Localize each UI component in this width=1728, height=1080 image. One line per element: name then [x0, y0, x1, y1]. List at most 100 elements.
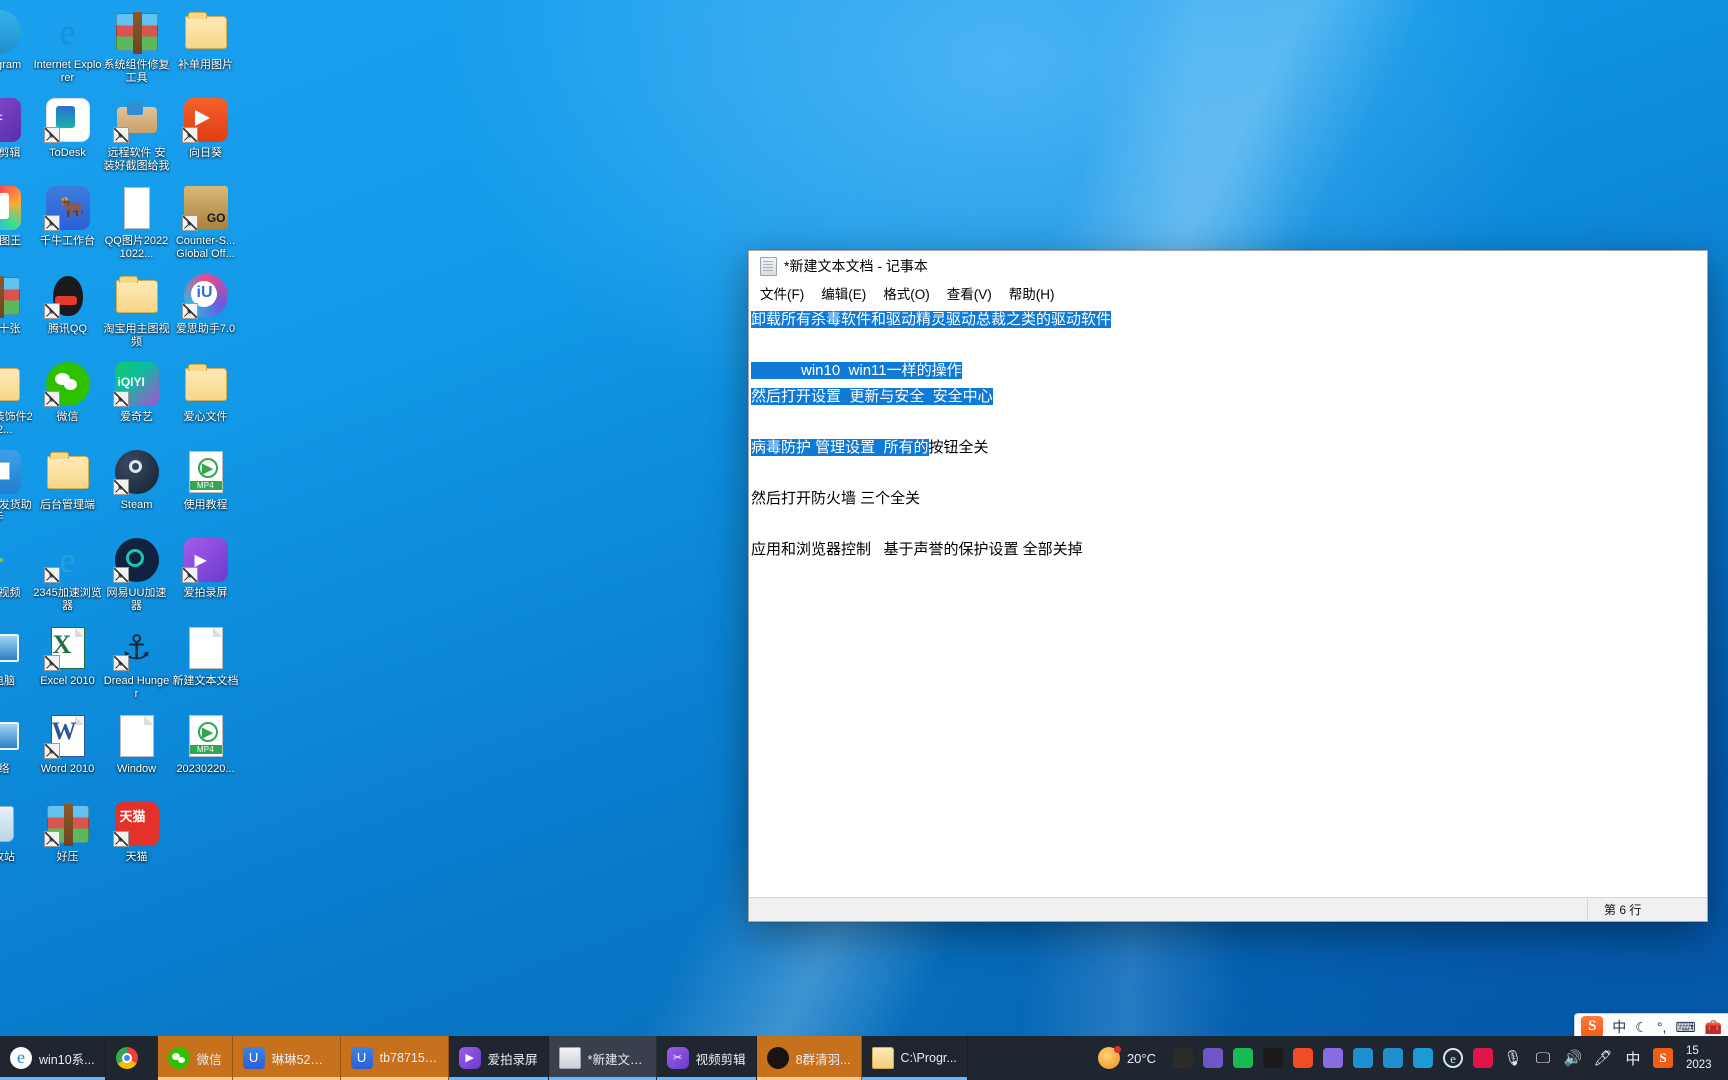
- desktop-icon[interactable]: 爱心文件: [171, 356, 240, 444]
- desktop-icon[interactable]: 顶E盘装饰件2022...: [0, 356, 33, 444]
- notepad-text-area[interactable]: 卸载所有杀毒软件和驱动精灵驱动总裁之类的驱动软件 win10 win11一样的操…: [749, 305, 1707, 897]
- edge-tray-icon[interactable]: e: [1438, 1036, 1468, 1080]
- file-explorer-icon: [871, 1047, 894, 1069]
- taskbar-item-video-edit[interactable]: ✂ 视频剪辑: [656, 1036, 757, 1080]
- taskbar-item-qianniu-1[interactable]: U 琳琳5205...: [232, 1036, 341, 1080]
- taskbar-item-chrome[interactable]: [106, 1036, 158, 1080]
- notepad-text-line[interactable]: 应用和浏览器控制 基于声誉的保护设置 全部关掉: [751, 537, 1707, 563]
- desktop-icon[interactable]: 系统组件修复工具: [102, 4, 171, 92]
- microphone-icon[interactable]: 🎙: [1498, 1036, 1528, 1080]
- desktop-icon[interactable]: iQIYI 爱奇艺: [102, 356, 171, 444]
- desktop-icon[interactable]: Steam: [102, 444, 171, 532]
- desktop-icon-label: 向日葵: [189, 147, 222, 159]
- toolbox-icon[interactable]: 🧰: [1705, 1019, 1722, 1036]
- punctuation-mode-icon[interactable]: °,: [1657, 1019, 1667, 1035]
- todesk-tray-icon[interactable]: [1408, 1036, 1438, 1080]
- display-icon[interactable]: 🖵: [1528, 1036, 1558, 1080]
- qq-tray-icon[interactable]: [1258, 1036, 1288, 1080]
- desktop-icon[interactable]: ⚓Dread Hunger: [102, 620, 171, 708]
- desktop-icon[interactable]: 网易UU加速器: [102, 532, 171, 620]
- notepad-text-line[interactable]: 然后打开防火墙 三个全关: [751, 486, 1707, 512]
- taskbar-item-win10[interactable]: e win10系...: [0, 1036, 106, 1080]
- desktop-icon[interactable]: 单用十张: [0, 268, 33, 356]
- hotspot-shield-tray-icon[interactable]: [1468, 1036, 1498, 1080]
- desktop-icon[interactable]: 天猫天猫: [102, 796, 171, 884]
- desktop-icon[interactable]: 腾讯视频: [0, 532, 33, 620]
- system-tray[interactable]: 20°C e 🎙 🖵 🔊 🖊 中 S 15 2023: [1092, 1036, 1728, 1080]
- desktop-icon[interactable]: 此电脑: [0, 620, 33, 708]
- aipai-edit-icon: ✂: [0, 96, 23, 144]
- desktop-icon[interactable]: 后台管理端: [33, 444, 102, 532]
- taskbar-item-aipai-record[interactable]: ▶ 爱拍录屏: [448, 1036, 549, 1080]
- volume-icon[interactable]: 🔊: [1558, 1036, 1588, 1080]
- taskbar[interactable]: e win10系... 微信 U 琳琳5205... Utb787157... ▶ 爱拍录屏 *…: [0, 1036, 1728, 1080]
- windows-defender-icon[interactable]: [1168, 1036, 1198, 1080]
- desktop-icon[interactable]: GOCounter-S... Global Off...: [171, 180, 240, 268]
- desktop-icon[interactable]: ToDesk: [33, 92, 102, 180]
- desktop-icon[interactable]: 回收站: [0, 796, 33, 884]
- desktop-icon[interactable]: 20230220...: [171, 708, 240, 796]
- desktop-icon[interactable]: ▶ 爱拍录屏: [171, 532, 240, 620]
- todesk-sync-icon-1[interactable]: [1348, 1036, 1378, 1080]
- desktop-icon[interactable]: e2345加速浏览器: [33, 532, 102, 620]
- notepad-text-line[interactable]: win10 win11一样的操作: [751, 358, 1707, 384]
- notepad-window[interactable]: *新建文本文档 - 记事本 文件(F) 编辑(E) 格式(O) 查看(V) 帮助(H) …: [748, 250, 1708, 922]
- desktop-icon[interactable]: 新建文本文档: [171, 620, 240, 708]
- notepad-text-line[interactable]: [751, 460, 1707, 486]
- ime-chinese-icon[interactable]: 中: [1618, 1036, 1648, 1080]
- desktop-icon[interactable]: 🐂 千牛工作台: [33, 180, 102, 268]
- taskbar-weather[interactable]: 20°C: [1092, 1046, 1168, 1069]
- notepad-titlebar[interactable]: *新建文本文档 - 记事本: [749, 251, 1707, 281]
- desktop-icon[interactable]: 使用教程: [171, 444, 240, 532]
- iqiyi-tray-icon[interactable]: [1228, 1036, 1258, 1080]
- language-mode-icon[interactable]: 中: [1612, 1017, 1626, 1037]
- desktop-icon[interactable]: 网络: [0, 708, 33, 796]
- soft-keyboard-icon[interactable]: ⌨: [1675, 1019, 1695, 1036]
- sunlogin-tray-icon[interactable]: [1288, 1036, 1318, 1080]
- desktop-icon[interactable]: ➤ Telegram: [0, 4, 33, 92]
- desktop-icon[interactable]: QQ图片20221022...: [102, 180, 171, 268]
- desktop-icon[interactable]: Window: [102, 708, 171, 796]
- notepad-text-line[interactable]: [751, 409, 1707, 435]
- notepad-menu-3[interactable]: 格式(O): [883, 281, 939, 305]
- notepad-text-line[interactable]: [751, 333, 1707, 359]
- desktop-icon[interactable]: W Word 2010: [33, 708, 102, 796]
- taskbar-clock[interactable]: 15 2023: [1678, 1044, 1724, 1072]
- desktop-icon[interactable]: 微信: [33, 356, 102, 444]
- desktop-icon-label: Internet Explorer: [33, 59, 102, 84]
- desktop-icon[interactable]: so自动发货助手: [0, 444, 33, 532]
- notepad-menubar[interactable]: 文件(F) 编辑(E) 格式(O) 查看(V) 帮助(H): [749, 281, 1707, 305]
- desktop-icon[interactable]: 远程软件 安装好截图给我: [102, 92, 171, 180]
- uu-booster-tray-icon[interactable]: [1198, 1036, 1228, 1080]
- notepad-menu-4[interactable]: 查看(V): [947, 281, 1001, 305]
- sogou-logo-icon[interactable]: S: [1581, 1016, 1604, 1038]
- notepad-menu-2[interactable]: 编辑(E): [821, 281, 875, 305]
- desktop-icon[interactable]: 补单用图片: [171, 4, 240, 92]
- taskbar-item-notepad[interactable]: *新建文本...: [548, 1036, 657, 1080]
- notepad-text-line[interactable]: 然后打开设置 更新与安全 安全中心: [751, 384, 1707, 410]
- taskbar-item-qianniu-2[interactable]: Utb787157...: [340, 1036, 449, 1080]
- todesk-sync-icon-2[interactable]: [1378, 1036, 1408, 1080]
- pen-icon[interactable]: 🖊: [1588, 1036, 1618, 1080]
- desktop-icon[interactable]: e Internet Explorer: [33, 4, 102, 92]
- desktop-icon[interactable]: 淘宝用主图视频: [102, 268, 171, 356]
- desktop-icon[interactable]: 45看图王: [0, 180, 33, 268]
- sogou-tray-icon[interactable]: S: [1648, 1036, 1678, 1080]
- taskbar-item-wechat[interactable]: 微信: [157, 1036, 233, 1080]
- internet-explorer-icon: e: [10, 1047, 32, 1069]
- desktop-icon[interactable]: iU 爱思助手7.0: [171, 268, 240, 356]
- notepad-text-line[interactable]: 病毒防护 管理设置 所有的按钮全关: [751, 435, 1707, 461]
- desktop-icon[interactable]: 好压: [33, 796, 102, 884]
- notepad-menu-5[interactable]: 帮助(H): [1009, 281, 1064, 305]
- notepad-menu-1[interactable]: 文件(F): [760, 281, 813, 305]
- desktop-icon[interactable]: ✂ 爱拍剪辑: [0, 92, 33, 180]
- taskbar-item-explorer[interactable]: C:\Progr...: [861, 1036, 968, 1080]
- aipai-edit-tray-icon[interactable]: [1318, 1036, 1348, 1080]
- moon-mode-icon[interactable]: ☾: [1635, 1019, 1648, 1036]
- taskbar-item-group-chat[interactable]: 8群清羽...: [756, 1036, 862, 1080]
- desktop-icon[interactable]: 向日葵: [171, 92, 240, 180]
- desktop-icon[interactable]: X Excel 2010: [33, 620, 102, 708]
- notepad-text-line[interactable]: [751, 511, 1707, 537]
- desktop-icon[interactable]: 腾讯QQ: [33, 268, 102, 356]
- notepad-text-line[interactable]: 卸载所有杀毒软件和驱动精灵驱动总裁之类的驱动软件: [751, 307, 1707, 333]
